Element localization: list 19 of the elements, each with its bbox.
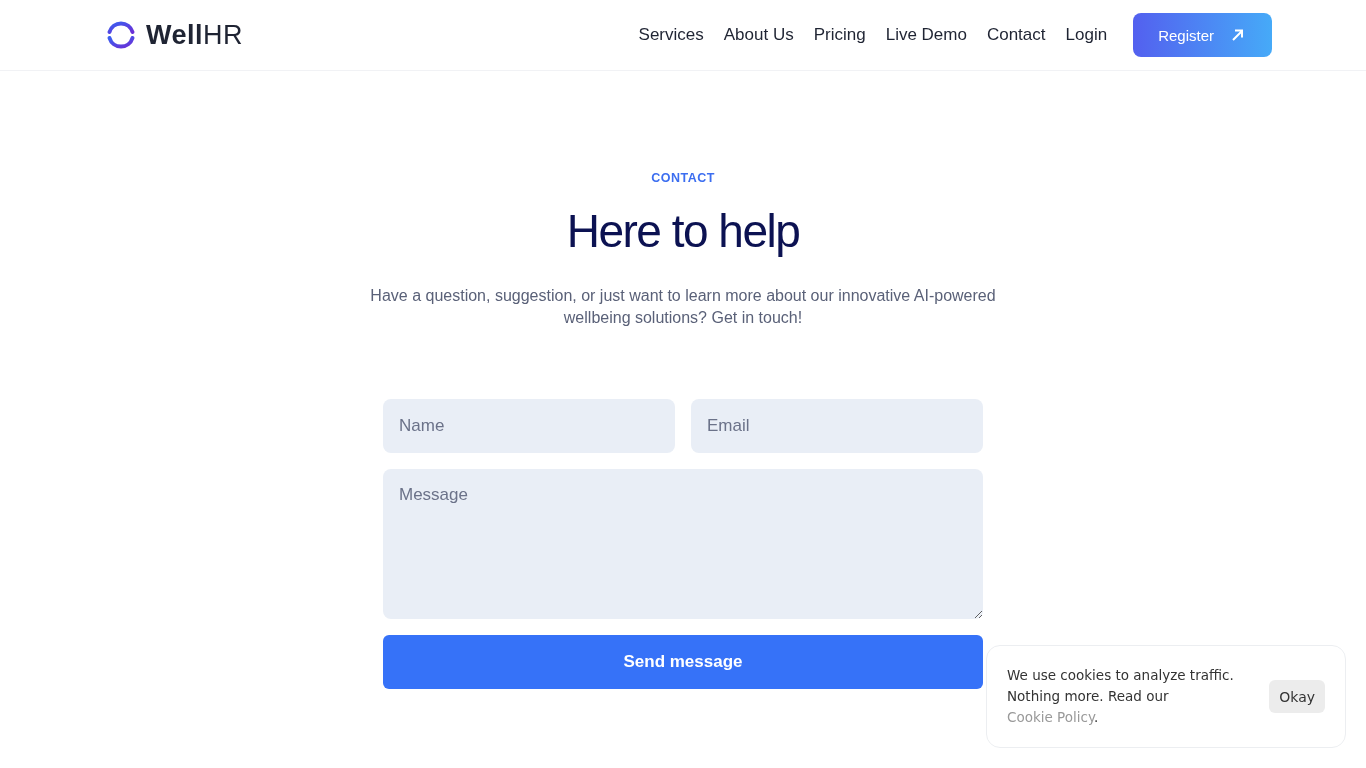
nav-link[interactable]: Contact <box>976 25 1056 45</box>
page-heading: Here to help <box>565 204 801 259</box>
arrow-icon <box>1230 28 1244 42</box>
section-label: CONTACT <box>651 171 715 185</box>
nav-link[interactable]: Pricing <box>803 25 876 45</box>
input-field[interactable]: Email <box>691 399 983 454</box>
nav-link[interactable]: Services <box>628 25 714 45</box>
nav-link[interactable]: Live Demo <box>875 25 977 45</box>
nav-link[interactable]: About Us <box>713 25 804 45</box>
logo-icon <box>106 20 136 50</box>
okay-button[interactable]: Okay <box>1269 680 1325 713</box>
intro-text: Have a question, suggestion, or just want to learn more about our innovative AI-powered wellbeing solutions? Get in touch! <box>369 286 997 329</box>
send-button[interactable]: Send message <box>383 635 983 690</box>
register-button[interactable]: Register <box>1133 13 1272 57</box>
logo-text[interactable]: WellHR <box>146 19 243 51</box>
cookie-notice: We use cookies to analyze traffic. Nothing more. Read our Cookie Policy. <box>1007 666 1235 727</box>
nav-link[interactable]: Login <box>1055 25 1118 45</box>
message-field[interactable]: Message <box>383 469 983 620</box>
input-field[interactable]: Name <box>383 399 675 454</box>
